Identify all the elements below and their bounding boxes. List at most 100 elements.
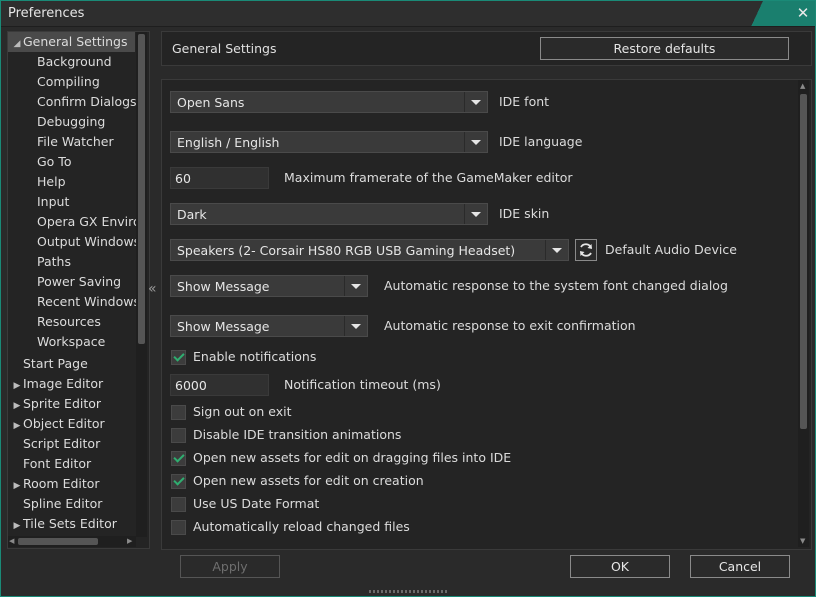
resize-grip[interactable] — [369, 590, 449, 593]
ide-font-select[interactable]: Open Sans — [170, 91, 488, 113]
font-changed-response-label: Automatic response to the system font ch… — [384, 278, 728, 293]
font-changed-response-select[interactable]: Show Message — [170, 275, 368, 297]
sidebar-item[interactable]: Input — [8, 192, 135, 212]
window-title: Preferences — [8, 6, 85, 21]
scroll-left-icon[interactable]: ◀ — [9, 537, 14, 545]
sidebar-item[interactable]: ▶ Image Editor — [8, 374, 135, 394]
sidebar-item[interactable]: Font Editor — [8, 454, 135, 474]
chevron-down-icon[interactable] — [344, 316, 367, 336]
checkbox-label[interactable]: Use US Date Format — [193, 496, 319, 511]
sidebar-item[interactable]: File Watcher — [8, 132, 135, 152]
sidebar-item-label: Opera GX Enviror — [37, 214, 146, 229]
chevron-down-icon[interactable] — [464, 92, 487, 112]
ide-font-value: Open Sans — [177, 95, 245, 110]
sidebar-item[interactable]: Compiling — [8, 72, 135, 92]
sidebar-item-label: Compiling — [37, 74, 100, 89]
sidebar-item-label: Object Editor — [23, 416, 105, 431]
sidebar-item[interactable]: Opera GX Enviror — [8, 212, 146, 232]
sidebar-item[interactable]: ◢ General Settings — [8, 32, 135, 52]
sidebar-item[interactable]: Paths — [8, 252, 135, 272]
checkbox[interactable] — [171, 474, 186, 489]
sidebar-item[interactable]: Output Windows — [8, 232, 140, 252]
sidebar-item[interactable]: Resources — [8, 312, 135, 332]
sidebar-item[interactable]: Help — [8, 172, 135, 192]
sidebar-item[interactable]: Workspace — [8, 332, 135, 352]
scroll-up-icon[interactable]: ▲ — [800, 82, 805, 90]
sidebar-item[interactable]: ▶ Object Editor — [8, 414, 135, 434]
collapsed-arrow-icon[interactable]: ▶ — [11, 476, 23, 496]
sidebar-item[interactable]: Background — [8, 52, 135, 72]
checkbox-label[interactable]: Automatically reload changed files — [193, 519, 410, 534]
scroll-down-icon[interactable]: ▼ — [800, 537, 805, 545]
font-changed-response-value: Show Message — [177, 279, 270, 294]
sidebar-item[interactable]: Go To — [8, 152, 135, 172]
checkbox[interactable] — [171, 405, 186, 420]
sidebar-item-label: Confirm Dialogs — [37, 94, 137, 109]
sidebar-item[interactable]: ▶ Tile Sets Editor — [8, 514, 135, 534]
settings-panel: Open Sans IDE font English / English IDE… — [161, 79, 812, 550]
scroll-right-icon[interactable]: ▶ — [127, 537, 132, 545]
sidebar-item-label: Spline Editor — [23, 496, 103, 511]
close-icon[interactable]: ✕ — [795, 5, 811, 21]
exit-response-value: Show Message — [177, 319, 270, 334]
collapsed-arrow-icon[interactable]: ▶ — [11, 376, 23, 396]
exit-response-select[interactable]: Show Message — [170, 315, 368, 337]
checkbox-label[interactable]: Open new assets for edit on creation — [193, 473, 424, 488]
sidebar-item[interactable]: Power Saving — [8, 272, 135, 292]
sidebar-item-label: Font Editor — [23, 456, 92, 471]
ok-button[interactable]: OK — [570, 555, 670, 578]
settings-vertical-scrollbar[interactable]: ▲ ▼ — [798, 80, 809, 547]
checkbox[interactable] — [171, 428, 186, 443]
collapsed-arrow-icon[interactable]: ▶ — [11, 416, 23, 436]
sidebar-item-label: Script Editor — [23, 436, 101, 451]
checkbox-label[interactable]: Sign out on exit — [193, 404, 291, 419]
checkbox-label[interactable]: Disable IDE transition animations — [193, 427, 401, 442]
sidebar-item-label: File Watcher — [37, 134, 114, 149]
chevron-down-icon[interactable] — [464, 204, 487, 224]
cancel-button[interactable]: Cancel — [690, 555, 790, 578]
settings-scroll-thumb[interactable] — [800, 94, 807, 429]
sidebar-item[interactable]: ▶ Room Editor — [8, 474, 135, 494]
collapse-sidebar-icon[interactable]: « — [148, 281, 160, 297]
ide-skin-select[interactable]: Dark — [170, 203, 488, 225]
audio-device-value: Speakers (2- Corsair HS80 RGB USB Gaming… — [177, 243, 516, 258]
chevron-down-icon[interactable] — [545, 240, 568, 260]
sidebar-item[interactable]: Debugging — [8, 112, 135, 132]
sidebar-item[interactable]: Confirm Dialogs — [8, 92, 137, 112]
sidebar-item-label: Sprite Editor — [23, 396, 102, 411]
sidebar-scroll-thumb[interactable] — [138, 34, 145, 344]
sidebar-vertical-scrollbar[interactable] — [136, 32, 147, 537]
sidebar-item-label: Debugging — [37, 114, 106, 129]
page-header: General Settings Restore defaults — [161, 31, 812, 66]
sidebar-item-label: Help — [37, 174, 66, 189]
checkbox-label[interactable]: Open new assets for edit on dragging fil… — [193, 450, 511, 465]
sidebar-item[interactable]: Recent Windows — [8, 292, 140, 312]
checkbox[interactable] — [171, 520, 186, 535]
collapsed-arrow-icon[interactable]: ▶ — [11, 396, 23, 416]
chevron-down-icon[interactable] — [464, 132, 487, 152]
sidebar-item[interactable]: Spline Editor — [8, 494, 135, 514]
sidebar-hscroll-thumb[interactable] — [18, 538, 98, 545]
expanded-arrow-icon[interactable]: ◢ — [11, 34, 23, 54]
framerate-input[interactable]: 60 — [170, 167, 269, 189]
audio-device-select[interactable]: Speakers (2- Corsair HS80 RGB USB Gaming… — [170, 239, 569, 261]
checkbox-label[interactable]: Enable notifications — [193, 349, 316, 364]
sidebar-item[interactable]: Script Editor — [8, 434, 135, 454]
sidebar-item[interactable]: Start Page — [8, 354, 135, 374]
checkbox[interactable] — [171, 350, 186, 365]
refresh-audio-devices-button[interactable] — [575, 239, 597, 261]
sidebar-item-label: Go To — [37, 154, 72, 169]
ide-language-select[interactable]: English / English — [170, 131, 488, 153]
restore-defaults-button[interactable]: Restore defaults — [540, 37, 789, 60]
sidebar-horizontal-scrollbar[interactable]: ◀ ▶ — [8, 536, 136, 547]
checkbox[interactable] — [171, 497, 186, 512]
notification-timeout-input[interactable]: 6000 — [170, 374, 269, 396]
notification-timeout-label: Notification timeout (ms) — [284, 377, 441, 392]
apply-button[interactable]: Apply — [180, 555, 280, 578]
preferences-window: Preferences ✕ ◢ General Settings Backgroun… — [0, 0, 816, 597]
checkbox[interactable] — [171, 451, 186, 466]
sidebar-item[interactable]: ▶ Sprite Editor — [8, 394, 135, 414]
chevron-down-icon[interactable] — [344, 276, 367, 296]
collapsed-arrow-icon[interactable]: ▶ — [11, 516, 23, 536]
audio-device-label: Default Audio Device — [605, 242, 737, 257]
